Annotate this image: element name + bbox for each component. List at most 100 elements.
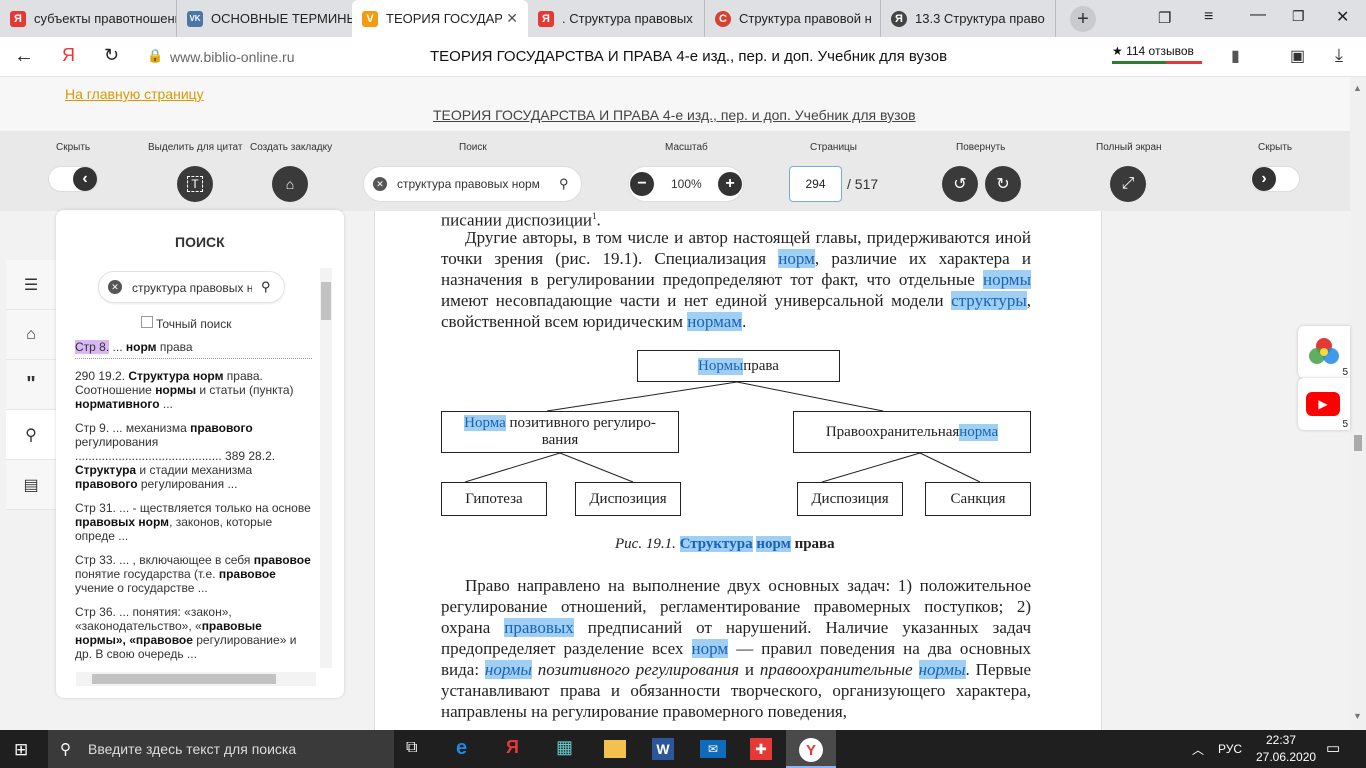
notifications-icon[interactable]: ▭	[1326, 739, 1340, 757]
new-tab-button[interactable]: +	[1070, 6, 1096, 32]
language-indicator[interactable]: РУС	[1218, 742, 1242, 756]
back-icon[interactable]: ←	[14, 45, 34, 68]
file-explorer-icon[interactable]	[604, 740, 626, 758]
mail-icon[interactable]: ✉	[700, 740, 726, 758]
search-tab-icon[interactable]: ⚲	[6, 410, 56, 460]
results-hscrollbar-thumb[interactable]	[92, 674, 276, 684]
tab-5[interactable]: Я 13.3 Структура право	[880, 0, 1056, 37]
urait-favicon-icon: V	[362, 10, 378, 27]
diagram-disposition-left: Диспозиция	[575, 482, 681, 516]
windows-start-icon[interactable]: ⊞	[14, 740, 28, 760]
results-scrollbar-thumb[interactable]	[321, 282, 331, 320]
fullscreen-label: Полный экран	[1096, 142, 1162, 153]
page-scrollbar[interactable]: ▲ ▼	[1350, 77, 1366, 730]
address-bar: ← Я ↻ 🔒 www.biblio-online.ru ТЕОРИЯ ГОСУ…	[0, 37, 1366, 77]
word-icon[interactable]: W	[652, 738, 674, 760]
tab-0[interactable]: Я субъекты правотношения	[0, 0, 176, 37]
tray-chevron-icon[interactable]: ︿	[1192, 741, 1204, 758]
rotate-left-icon[interactable]: ↺	[942, 166, 978, 202]
site-favicon-icon: С	[715, 10, 731, 27]
collections-icon[interactable]: ▣	[1290, 46, 1305, 66]
store-icon[interactable]: ▦	[556, 737, 573, 758]
tab-title: Структура правовой н	[739, 11, 872, 26]
clear-search-icon[interactable]: ✕	[373, 177, 387, 191]
clock-date[interactable]: 27.06.2020	[1256, 750, 1316, 764]
toolbar-search-input[interactable]: структура правовых норм	[397, 177, 540, 191]
list-item[interactable]: Стр 36. ... понятия: «закон», «законодат…	[75, 599, 312, 665]
scroll-down-icon[interactable]: ▼	[1353, 711, 1362, 721]
quotes-icon[interactable]: "	[6, 360, 56, 410]
list-item[interactable]: Стр 8. ... норм права	[75, 334, 312, 359]
panel-search-icon[interactable]: ⚲	[261, 279, 271, 295]
notes-icon[interactable]: ▤	[6, 460, 56, 510]
app-tile-youtube[interactable]: ▶ 5	[1298, 378, 1350, 430]
zoom-in-icon[interactable]: +	[718, 172, 742, 196]
page-scrollbar-thumb[interactable]	[1354, 435, 1362, 451]
results-hscrollbar[interactable]	[76, 672, 316, 686]
chevron-right-icon[interactable]: ›	[1252, 167, 1276, 191]
right-side-apps: 5 ▶ 5	[1298, 326, 1350, 436]
caption-end: права	[794, 536, 835, 552]
home-link[interactable]: На главную страницу	[65, 86, 204, 102]
list-item[interactable]: Стр 9. ... механизма правового регулиров…	[75, 415, 312, 495]
page-number-input[interactable]: 294	[789, 166, 842, 202]
caption-label: Рис. 19.1.	[615, 536, 676, 552]
tab-1[interactable]: VK ОСНОВНЫЕ ТЕРМИНЫ	[176, 0, 352, 37]
panel-search-input[interactable]: структура правовых н	[132, 281, 252, 295]
chevron-left-icon[interactable]: ‹	[73, 167, 97, 191]
book-title-link[interactable]: ТЕОРИЯ ГОСУДАРСТВА И ПРАВА 4-е изд., пер…	[433, 107, 916, 123]
restore-icon[interactable]: ❐	[1292, 8, 1305, 25]
reload-icon[interactable]: ↻	[104, 45, 119, 66]
download-icon[interactable]: ⤓	[1335, 45, 1343, 66]
reviews-badge[interactable]: ★ 114 отзывов	[1112, 44, 1194, 58]
youtube-icon: ▶	[1306, 392, 1340, 416]
yandex-logo-icon[interactable]: Я	[62, 45, 75, 66]
minimize-icon[interactable]: —	[1250, 6, 1266, 24]
search-icon[interactable]: ⚲	[559, 176, 569, 192]
list-item[interactable]: Стр 33. ... , включающее в себя правовое…	[75, 547, 312, 599]
yandex-favicon-icon: Я	[10, 10, 26, 27]
list-item[interactable]: Стр 31. ... - ществляется только на осно…	[75, 495, 312, 547]
url-text[interactable]: www.biblio-online.ru	[170, 49, 295, 65]
tab-title: ТЕОРИЯ ГОСУДАРСТВА	[386, 11, 502, 26]
create-bookmark-button[interactable]: ⌂	[272, 166, 308, 202]
tab-3[interactable]: Я . Структура правовых	[528, 0, 704, 37]
diagram-protective-norm: Правоохранительная норма	[793, 411, 1031, 453]
tab-4[interactable]: С Структура правовой н	[704, 0, 880, 37]
gift-app-icon[interactable]: ✚	[750, 738, 772, 760]
close-window-icon[interactable]: ✕	[1336, 7, 1349, 27]
windows-taskbar: ⊞ ⚲ Введите здесь текст для поиска ⧉ e Я…	[0, 730, 1366, 768]
clock-time[interactable]: 22:37	[1266, 733, 1296, 747]
tab-2-active[interactable]: V ТЕОРИЯ ГОСУДАРСТВА ✕	[352, 0, 528, 37]
search-results-list: Стр 8. ... норм права 290 19.2. Структур…	[56, 334, 318, 674]
lock-icon: 🔒	[147, 48, 164, 63]
browser-tab-bar: Я субъекты правотношения VK ОСНОВНЫЕ ТЕР…	[0, 0, 1366, 37]
vk-favicon-icon: VK	[187, 10, 203, 27]
fullscreen-icon[interactable]: ⤢	[1110, 166, 1146, 202]
toc-icon[interactable]: ☰	[6, 260, 56, 310]
panel-clear-icon[interactable]: ✕	[108, 280, 122, 294]
edge-icon[interactable]: e	[456, 737, 467, 760]
zoom-out-icon[interactable]: −	[630, 172, 654, 196]
highlight-text-button[interactable]: T	[177, 166, 213, 202]
list-item[interactable]: 290 19.2. Структура норм права. Соотноше…	[75, 363, 312, 415]
menu-icon[interactable]: ≡	[1204, 8, 1213, 26]
taskbar-search-box[interactable]: ⚲ Введите здесь текст для поиска	[48, 730, 394, 768]
bookmarks-icon[interactable]: ⌂	[6, 310, 56, 360]
app-tile-1[interactable]: 5	[1298, 326, 1350, 378]
bookmark-icon[interactable]: ▮	[1231, 46, 1240, 66]
rotate-right-icon[interactable]: ↻	[985, 166, 1021, 202]
scroll-up-icon[interactable]: ▲	[1353, 83, 1362, 93]
site-favicon-icon: Я	[891, 10, 907, 27]
task-view-icon[interactable]: ⧉	[406, 739, 417, 757]
results-scrollbar[interactable]	[320, 268, 332, 668]
exact-search-checkbox[interactable]	[141, 316, 153, 328]
diagram-text: позитивного регулиро-вания	[505, 415, 656, 448]
yandex-browser-icon[interactable]: Я	[506, 737, 519, 758]
tab-title: 13.3 Структура право	[915, 11, 1045, 26]
diagram-text-hl: норма	[959, 423, 999, 441]
active-app-tile[interactable]: Y	[786, 730, 836, 768]
tabs-manager-icon[interactable]: ❐	[1158, 9, 1171, 27]
close-tab-icon[interactable]: ✕	[506, 10, 518, 27]
hide-left-label: Скрыть	[56, 142, 91, 153]
